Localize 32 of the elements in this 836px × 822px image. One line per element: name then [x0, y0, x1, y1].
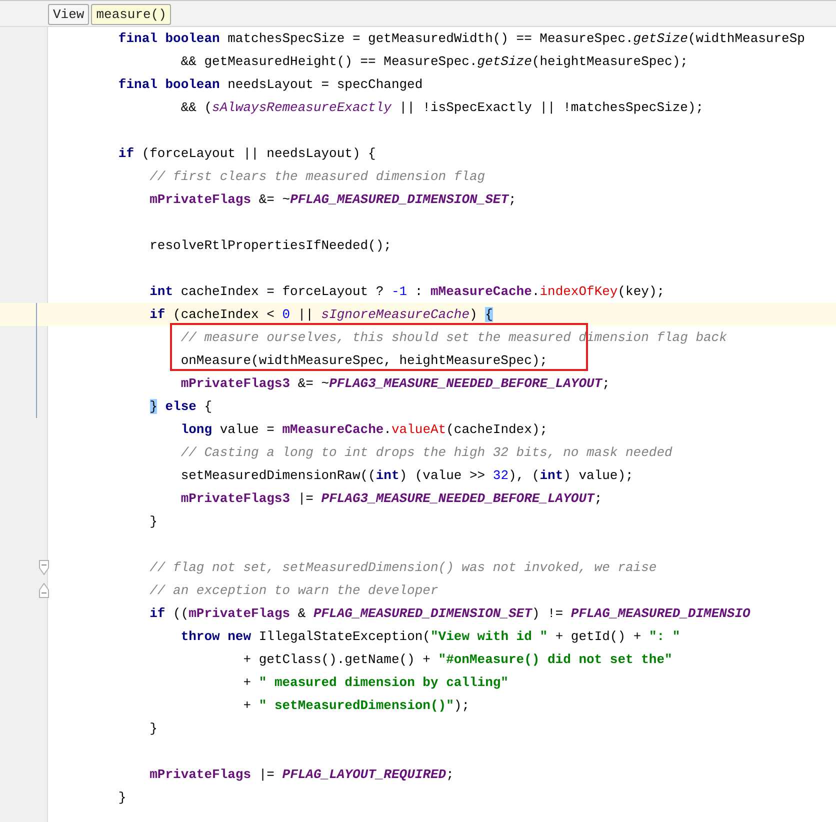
code-line: mPrivateFlags &= ~PFLAG_MEASURED_DIMENSION_SET; [148, 191, 516, 209]
code-line: // an exception to warn the developer [148, 582, 438, 600]
code-line: int cacheIndex = forceLayout ? -1 : mMeasureCache.indexOfKey(key); [148, 283, 665, 301]
code-line: } [117, 789, 126, 807]
breadcrumb[interactable]: View [48, 4, 90, 24]
code-line: if (forceLayout || needsLayout) { [117, 145, 376, 163]
code-line: + getClass().getName() + "#onMeasure() did not set the" [242, 651, 672, 669]
code-line: throw new IllegalStateException("View with id " + getId() + ": " [180, 628, 680, 646]
code-line: && getMeasuredHeight() == MeasureSpec.getSize(heightMeasureSpec); [180, 53, 688, 71]
code-line: } [148, 513, 158, 531]
code-line: if (cacheIndex < 0 || sIgnoreMeasureCache) { [148, 306, 493, 324]
code-line: // Casting a long to int drops the high 32 bits, no mask needed [180, 444, 672, 462]
fold-icon[interactable] [39, 560, 49, 575]
code-line: mPrivateFlags3 &= ~PFLAG3_MEASURE_NEEDED_BEFORE_LAYOUT; [180, 375, 610, 393]
code-line: // flag not set, setMeasuredDimension() was not invoked, we raise [148, 559, 657, 577]
code-line: } [148, 720, 158, 738]
code-line: long value = mMeasureCache.valueAt(cacheIndex); [180, 421, 548, 439]
code-line: mPrivateFlags3 |= PFLAG3_MEASURE_NEEDED_BEFORE_LAYOUT; [180, 490, 602, 508]
code-line: + " setMeasuredDimension()"); [242, 697, 470, 715]
code-line: mPrivateFlags |= PFLAG_LAYOUT_REQUIRED; [148, 766, 454, 784]
breadcrumb[interactable]: measure() [91, 4, 172, 24]
code-line: final boolean needsLayout = specChanged [117, 76, 423, 94]
code-line: } else { [148, 398, 212, 416]
code-line: resolveRtlPropertiesIfNeeded(); [148, 237, 392, 255]
code-line: onMeasure(widthMeasureSpec, heightMeasureSpec); [180, 352, 548, 370]
code-line: if ((mPrivateFlags & PFLAG_MEASURED_DIMENSION_SET) != PFLAG_MEASURED_DIMENSIO [148, 605, 750, 623]
code-line: + " measured dimension by calling" [242, 674, 508, 692]
code-line: final boolean matchesSpecSize = getMeasuredWidth() == MeasureSpec.getSize(widthMeasureSp [117, 30, 805, 48]
code-line: setMeasuredDimensionRaw((int) (value >> 32), (int) value); [180, 467, 634, 485]
fold-icon[interactable] [39, 583, 49, 598]
code-line: && (sAlwaysRemeasureExactly || !isSpecExactly || !matchesSpecSize); [180, 99, 704, 117]
code-line: // first clears the measured dimension flag [148, 168, 486, 186]
